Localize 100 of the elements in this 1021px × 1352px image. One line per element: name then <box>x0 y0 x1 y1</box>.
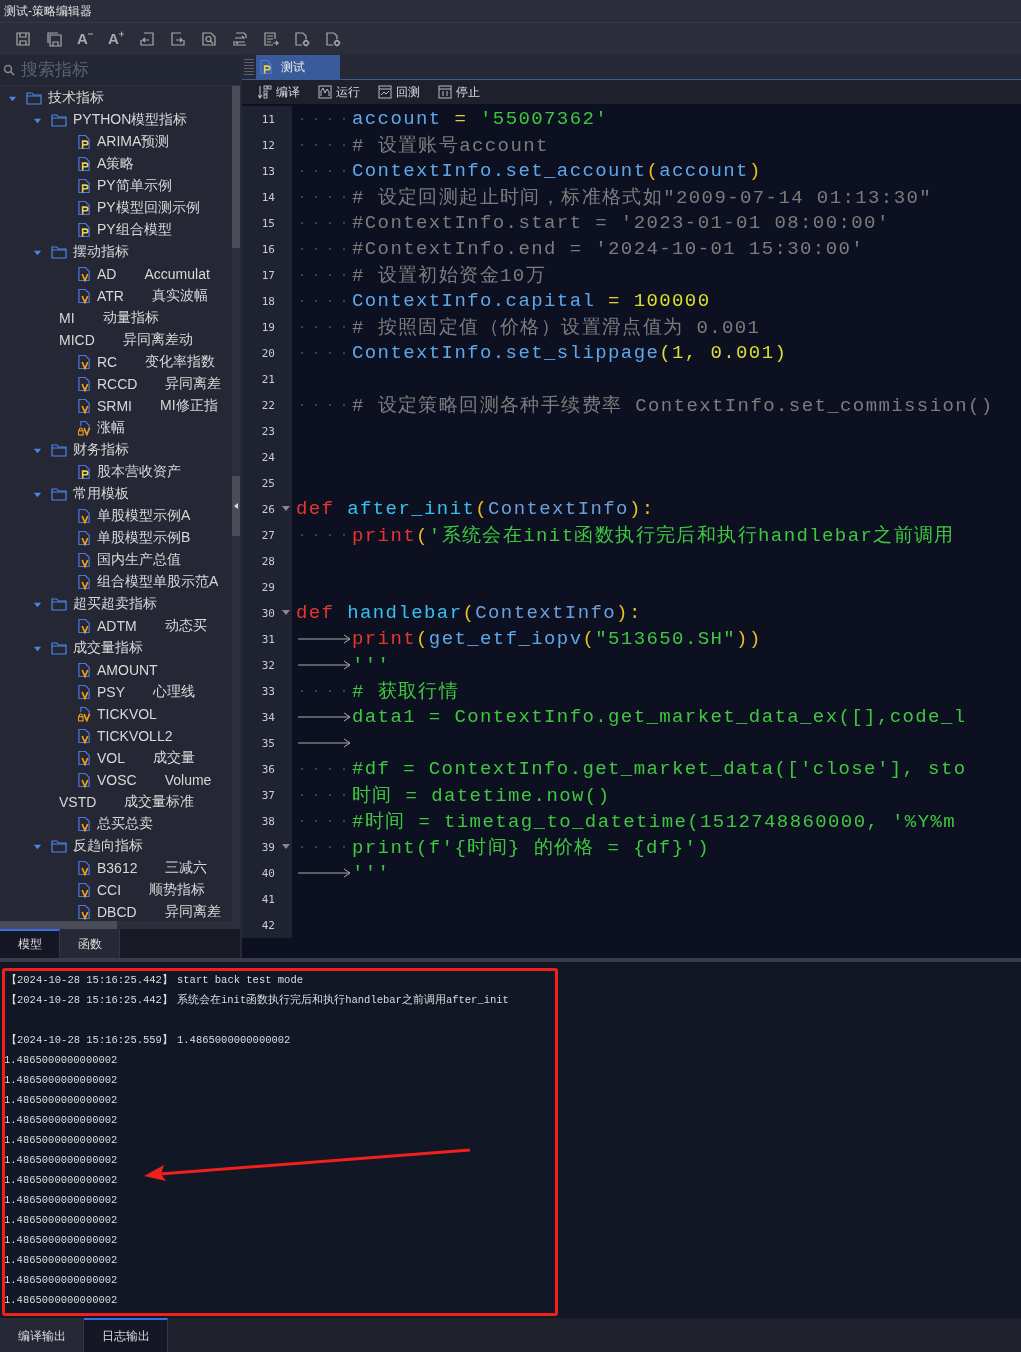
tree-item-label[interactable]: AD <box>97 266 117 282</box>
tree-item-label[interactable]: 国内生产总值 <box>97 551 181 569</box>
tree-item-label[interactable]: ARIMA预测 <box>97 133 170 151</box>
compile-button[interactable]: 编译 <box>258 83 300 101</box>
tree-item-label[interactable]: PY模型回测示例 <box>97 199 200 217</box>
line-number: 23 <box>261 424 275 438</box>
tree-item-label[interactable]: PSY <box>97 684 125 700</box>
python-file-icon <box>78 200 91 216</box>
file-tab[interactable]: 测试 <box>256 55 340 79</box>
tree-item-label[interactable]: TICKVOL <box>97 706 157 722</box>
code-line: ContextInfo.set_slippage(1, 0.001) <box>352 342 788 364</box>
code-line: def after_init(ContextInfo): <box>296 498 655 520</box>
chart-window-icon <box>318 85 332 99</box>
output-tab[interactable]: 编译输出 <box>0 1318 84 1352</box>
tree-item-label[interactable]: RCCD <box>97 376 138 392</box>
log-message: 1.4865000000000002 <box>3 1074 118 1086</box>
log-message: 1.4865000000000002 <box>3 1114 118 1126</box>
log-message: 1.4865000000000002 <box>3 1174 118 1186</box>
save-icon[interactable] <box>15 31 31 47</box>
tree-item-label[interactable]: TICKVOLL2 <box>97 728 173 744</box>
tree-item-label[interactable]: VOL <box>97 750 125 766</box>
tree-folder-label[interactable]: 技术指标 <box>48 89 104 107</box>
search-icon[interactable] <box>201 31 217 47</box>
tree-folder-label[interactable]: 成交量指标 <box>73 639 143 657</box>
tree-folder-label[interactable]: PYTHON模型指标 <box>73 111 188 129</box>
backtest-button[interactable]: 回测 <box>378 83 420 101</box>
tree-item-label[interactable]: 单股模型示例A <box>97 507 191 525</box>
tree-item-label[interactable]: VSTD <box>59 794 97 810</box>
tree-item-label[interactable]: 总买总卖 <box>97 815 153 833</box>
stop-button[interactable]: 停止 <box>438 83 480 101</box>
run-button[interactable]: 运行 <box>318 83 360 101</box>
tree-folder-label[interactable]: 财务指标 <box>73 441 129 459</box>
tree-item-label[interactable]: 股本营收资产 <box>97 463 181 481</box>
document-gear-icon[interactable] <box>294 31 310 47</box>
log-message: 1.4865000000000002 <box>3 1094 118 1106</box>
tree-item-description: 成交量 <box>153 749 195 767</box>
search-field[interactable]: 搜索指标 <box>19 59 223 81</box>
collapse-handle[interactable] <box>232 476 240 536</box>
document-export-icon[interactable] <box>263 31 279 47</box>
fold-toggle-icon[interactable] <box>282 610 290 616</box>
line-number: 42 <box>261 918 275 932</box>
tree-item-description: 动态买 <box>164 617 207 635</box>
tree-item-label[interactable]: DBCD <box>97 904 137 920</box>
formula-file-icon <box>78 530 91 546</box>
output-tab[interactable]: 日志输出 <box>84 1318 168 1352</box>
tree-item-label[interactable]: 单股模型示例B <box>97 529 191 547</box>
tree-item-label[interactable]: MI <box>59 310 75 326</box>
panel-tab[interactable]: 模型 <box>0 929 60 958</box>
tree-item-label[interactable]: MICD <box>59 332 95 348</box>
scrollbar-thumb[interactable] <box>232 86 240 248</box>
tree-item-label[interactable]: PY组合模型 <box>97 221 172 239</box>
formula-file-icon <box>78 882 91 898</box>
tree-item-label[interactable]: B3612 <box>97 860 138 876</box>
code-line: # 设置初始资金10万 <box>352 264 546 288</box>
line-number: 14 <box>261 190 275 204</box>
increase-font-button[interactable]: A <box>108 31 124 47</box>
decrease-font-button[interactable]: A <box>77 31 93 47</box>
tree-folder-label[interactable]: 反趋向指标 <box>73 837 143 855</box>
panel-tab[interactable]: 函数 <box>60 929 120 958</box>
line-number: 30 <box>261 606 275 620</box>
log-timestamp: 【2024-10-28 15:16:25.559】 <box>5 1033 174 1047</box>
tree-item-label[interactable]: CCI <box>97 882 122 898</box>
tree-item-label[interactable]: RC <box>97 354 118 370</box>
tree-folder-label[interactable]: 常用模板 <box>73 485 129 503</box>
line-number: 25 <box>261 476 275 490</box>
tree-item-label[interactable]: PY简单示例 <box>97 177 172 195</box>
fold-toggle-icon[interactable] <box>282 844 290 850</box>
line-number: 39 <box>261 840 275 854</box>
tree-folder-label[interactable]: 超买超卖指标 <box>73 595 157 613</box>
fold-toggle-icon[interactable] <box>282 506 290 512</box>
drag-grip[interactable] <box>244 59 254 75</box>
code-editor[interactable] <box>242 104 1021 958</box>
python-file-icon <box>78 156 91 172</box>
tab-arrow-icon <box>296 738 352 748</box>
tree-item-label[interactable]: 组合模型单股示范A <box>97 573 219 591</box>
code-line: #时间 = timetag_to_datetime(1512748860000, '%Y%m <box>352 810 957 834</box>
tree-item-label[interactable]: A策略 <box>97 155 135 173</box>
line-number: 11 <box>261 112 275 126</box>
tree-item-label[interactable]: ATR <box>97 288 124 304</box>
tree-folder-label[interactable]: 摆动指标 <box>73 243 129 261</box>
minus-icon <box>87 31 93 37</box>
scrollbar-thumb[interactable] <box>0 921 117 929</box>
tree-item-label[interactable]: SRMI <box>97 398 132 414</box>
formula-file-icon <box>78 574 91 590</box>
line-number: 21 <box>261 372 275 386</box>
tree-item-label[interactable]: 涨幅 <box>97 419 125 437</box>
replace-icon[interactable] <box>232 31 248 47</box>
tree-item-label[interactable]: ADTM <box>97 618 137 634</box>
code-line: ''' <box>352 862 391 884</box>
tree-item-label[interactable]: VOSC <box>97 772 137 788</box>
tab-arrow-icon <box>296 868 352 878</box>
undo-document-icon[interactable] <box>139 31 155 47</box>
line-number: 37 <box>261 788 275 802</box>
formula-file-icon <box>78 288 91 304</box>
code-line: 时间 = datetime.now() <box>352 784 611 808</box>
log-message: 1.4865000000000002 <box>3 1254 118 1266</box>
save-all-icon[interactable] <box>46 31 62 47</box>
redo-document-icon[interactable] <box>170 31 186 47</box>
tree-item-label[interactable]: AMOUNT <box>97 662 158 678</box>
document-gear-icon[interactable] <box>325 31 341 47</box>
